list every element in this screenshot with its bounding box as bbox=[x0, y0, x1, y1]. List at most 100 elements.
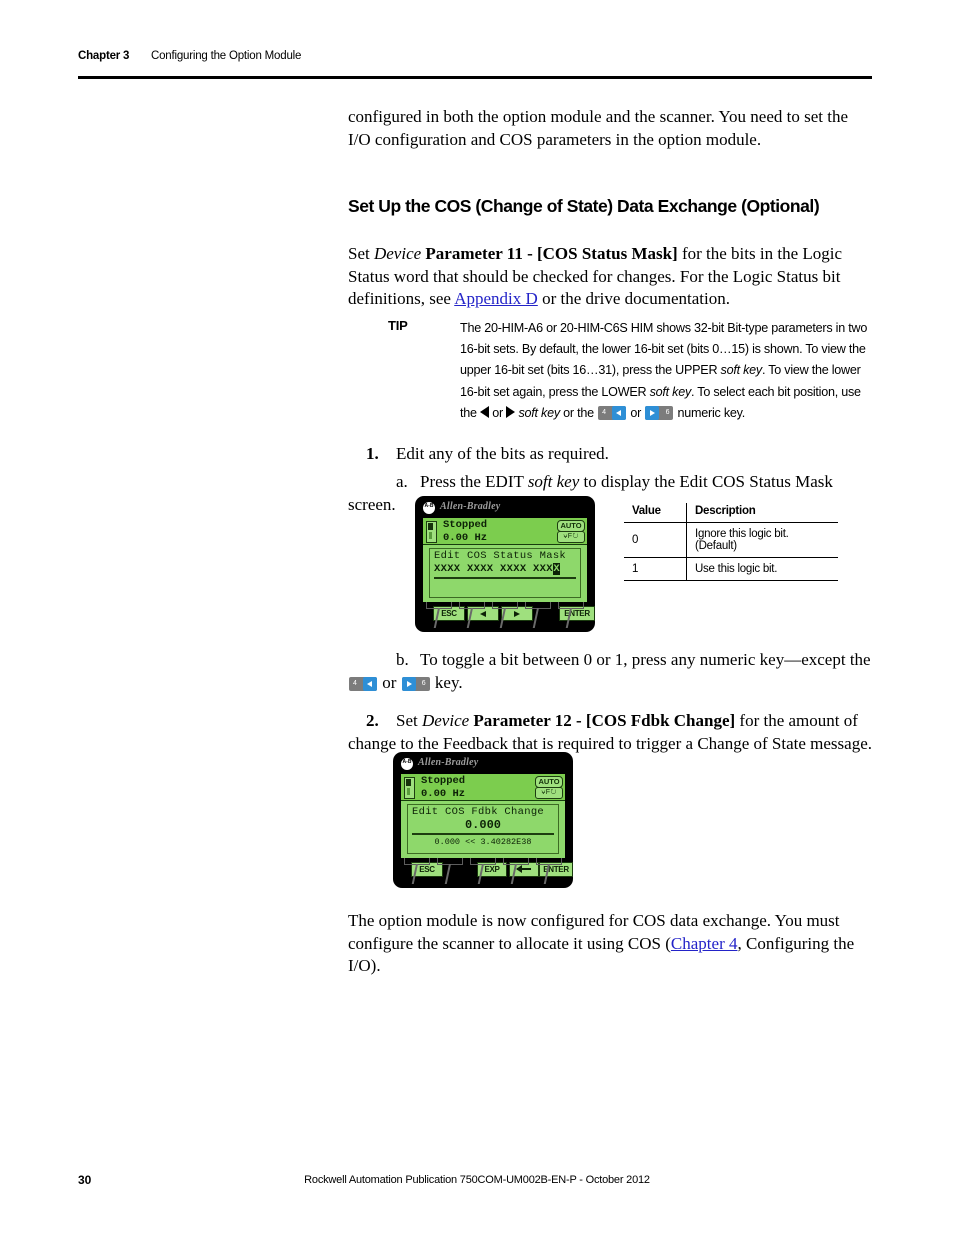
closing-paragraph: The option module is now configured for … bbox=[348, 910, 872, 978]
header-chapter-title: Configuring the Option Module bbox=[151, 50, 302, 62]
triangle-right-icon bbox=[506, 405, 516, 418]
chapter-4-link[interactable]: Chapter 4 bbox=[671, 934, 738, 953]
step-1a-softkey-italic: soft key bbox=[527, 472, 580, 491]
tip-softkey-italic-1: soft key bbox=[720, 363, 763, 378]
key-right-arrow-icon bbox=[401, 677, 416, 691]
step-1b: b. To toggle a bit between 0 or 1, press… bbox=[348, 648, 872, 694]
drive-state: Stopped bbox=[443, 519, 488, 531]
key-6-number: 6 bbox=[665, 408, 670, 416]
tip-text-e: or the bbox=[559, 405, 598, 420]
step-1: 1. Edit any of the bits as required. bbox=[348, 442, 872, 465]
cell-description: Ignore this logic bit. (Default) bbox=[686, 522, 838, 558]
step-1b-text-part1: To toggle a bit between 0 or 1, press an… bbox=[420, 650, 871, 669]
step-2: 2. Set Device Parameter 12 - [COS Fdbk C… bbox=[348, 709, 872, 755]
step-2-text: Set Device Parameter 12 - [COS Fdbk Chan… bbox=[348, 711, 872, 753]
table-row: 0 Ignore this logic bit. (Default) bbox=[624, 522, 838, 558]
lcd-screen: Stopped 0.00 Hz AUTO ⍱F↻ Edit COS Status… bbox=[423, 518, 595, 621]
mode-indicator-badge: ⍱F↻ bbox=[557, 531, 585, 543]
him-brand-bar: A-B Allen-Bradley bbox=[423, 501, 587, 515]
step-1a-text-part1: Press the EDIT bbox=[420, 472, 528, 491]
tip-text-f: or bbox=[627, 405, 645, 420]
step-1a-number: a. bbox=[396, 472, 408, 491]
bit-mask-digits: XXXX XXXX XXXX XXX bbox=[434, 563, 553, 575]
step-1b-and-2-group: b. To toggle a bit between 0 or 1, press… bbox=[348, 648, 872, 755]
key-stem bbox=[411, 864, 418, 884]
panel-underline bbox=[434, 577, 576, 579]
footer-publication: Rockwell Automation Publication 750COM-U… bbox=[304, 1174, 650, 1186]
key-left-arrow-icon bbox=[363, 677, 377, 691]
step-1b-text-part3: key. bbox=[430, 673, 463, 692]
brand-name: Allen-Bradley bbox=[418, 757, 479, 768]
section-intro-paragraph: Set Device Parameter 11 - [COS Status Ma… bbox=[348, 243, 872, 311]
mode-label: ⍱F↻ bbox=[541, 789, 557, 796]
key-right-arrow-icon bbox=[645, 405, 660, 420]
him-brand-bar: A-B Allen-Bradley bbox=[401, 757, 565, 771]
column-header-description: Description bbox=[686, 503, 838, 523]
key-stem bbox=[433, 608, 440, 628]
lcd-screen: Stopped 0.00 Hz AUTO ⍱F↻ Edit COS Fdbk C… bbox=[401, 774, 573, 877]
table-row: 1 Use this logic bit. bbox=[624, 557, 838, 581]
allen-bradley-logo-icon: A-B bbox=[423, 502, 435, 514]
header-chapter-label: Chapter 3 bbox=[78, 50, 130, 62]
numeric-key-4-left-icon: 4 bbox=[349, 677, 377, 691]
device-word: Device bbox=[373, 244, 422, 263]
drive-status-icon bbox=[404, 777, 415, 799]
step-1b-text-part2: or bbox=[378, 673, 401, 692]
header-divider bbox=[78, 76, 872, 79]
value-description-table: Value Description 0 Ignore this logic bi… bbox=[624, 503, 838, 581]
column-header-value: Value bbox=[624, 503, 687, 523]
parameter-12-reference: Parameter 12 - [COS Fdbk Change] bbox=[473, 711, 736, 730]
parameter-11-reference: Parameter 11 - [COS Status Mask] bbox=[425, 244, 678, 263]
him-display-cos-status-mask: A-B Allen-Bradley Stopped 0.00 Hz AUTO ⍱… bbox=[415, 496, 595, 632]
table-header-row: Value Description bbox=[624, 503, 838, 523]
set-word: Set bbox=[348, 244, 370, 263]
page-title: Set Up the COS (Change of State) Data Ex… bbox=[348, 196, 820, 216]
bit-mask-value: XXXX XXXX XXXX XXXX bbox=[434, 563, 561, 576]
key-left-arrow-icon bbox=[612, 405, 627, 420]
cell-value: 0 bbox=[624, 522, 687, 558]
auto-label: AUTO bbox=[560, 521, 582, 530]
edit-screen-title: Edit COS Status Mask bbox=[434, 550, 567, 562]
panel-underline bbox=[412, 833, 554, 835]
key-stem bbox=[477, 864, 484, 884]
key-stem bbox=[444, 864, 451, 884]
key-stem bbox=[532, 608, 539, 628]
key-4-number: 4 bbox=[353, 680, 357, 687]
tip-text-g: numeric key. bbox=[674, 405, 746, 420]
tip-text-d: or bbox=[489, 405, 507, 420]
lcd-status-bar: Stopped 0.00 Hz AUTO ⍱F↻ bbox=[401, 774, 565, 801]
cell-value: 1 bbox=[624, 557, 687, 581]
drive-frequency: 0.00 Hz bbox=[421, 787, 466, 800]
mode-label: ⍱F↻ bbox=[563, 533, 579, 540]
allen-bradley-logo-icon: A-B bbox=[401, 758, 413, 770]
key-stem bbox=[510, 864, 517, 884]
drive-state: Stopped bbox=[421, 775, 466, 787]
step-2-set-word: Set bbox=[396, 711, 422, 730]
value-range-text: 0.000 << 3.40282E38 bbox=[434, 837, 532, 847]
key-4-number: 4 bbox=[602, 408, 606, 416]
numeric-key-6-right-icon: 6 bbox=[401, 677, 430, 691]
appendix-d-link[interactable]: Appendix D bbox=[454, 289, 538, 308]
mode-indicator-badge: ⍱F↻ bbox=[535, 787, 563, 799]
key-stem bbox=[565, 608, 572, 628]
tip-softkey-italic-2: soft key bbox=[649, 384, 692, 399]
tip-label: TIP bbox=[388, 318, 408, 333]
key-6-number: 6 bbox=[421, 680, 426, 687]
lcd-status-text: Stopped 0.00 Hz bbox=[443, 519, 487, 544]
step-1-text: Edit any of the bits as required. bbox=[396, 444, 609, 463]
triangle-left-icon bbox=[480, 405, 490, 418]
numeric-key-4-left-icon: 4 bbox=[598, 405, 627, 420]
tip-body-text: The 20-HIM-A6 or 20-HIM-C6S HIM shows 32… bbox=[460, 318, 872, 424]
lcd-edit-panel: Edit COS Status Mask XXXX XXXX XXXX XXXX bbox=[429, 548, 581, 598]
tip-softkey-italic-3: soft key bbox=[518, 405, 560, 420]
brand-name: Allen-Bradley bbox=[440, 501, 501, 512]
bit-cursor: X bbox=[552, 563, 561, 575]
step-1b-number: b. bbox=[396, 650, 409, 669]
auto-label: AUTO bbox=[538, 777, 560, 786]
lcd-edit-panel: Edit COS Fdbk Change 0.000 0.000 << 3.40… bbox=[407, 804, 559, 854]
key-stem bbox=[466, 608, 473, 628]
numeric-key-6-right-icon: 6 bbox=[645, 405, 674, 420]
logo-text: A-B bbox=[402, 759, 412, 765]
paragraph-tail-2: or the drive documentation. bbox=[537, 289, 730, 308]
